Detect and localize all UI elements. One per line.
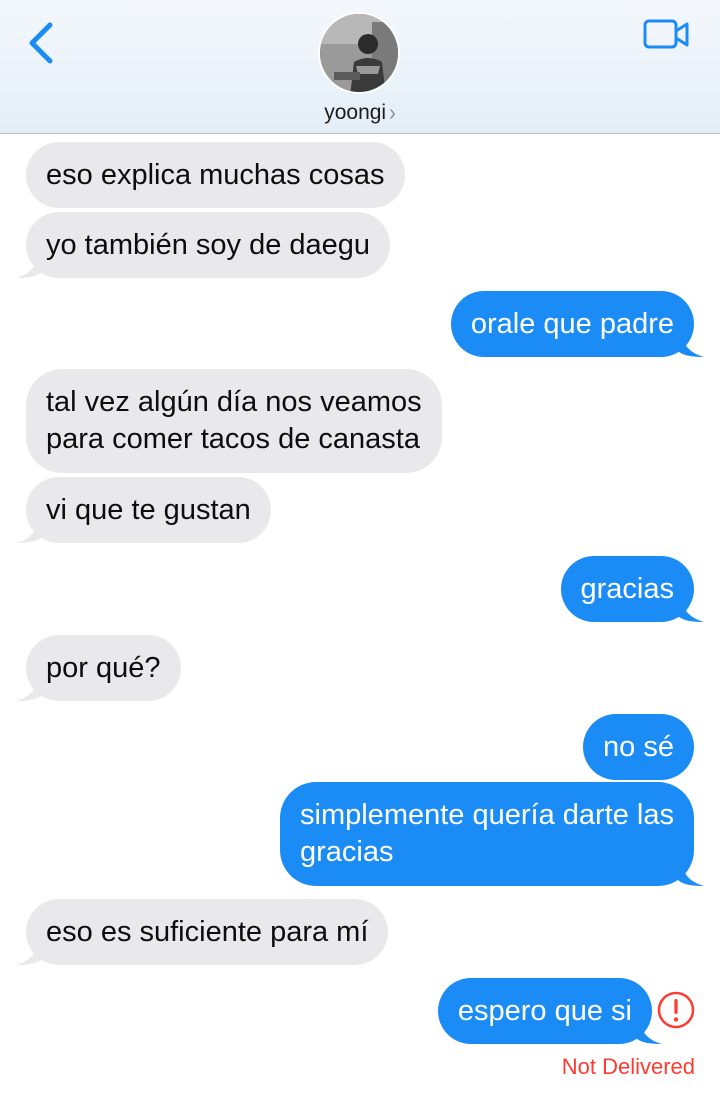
message-bubble-incoming[interactable]: tal vez algún día nos veamos para comer … (26, 369, 442, 473)
message-bubble-incoming[interactable]: eso explica muchas cosas (26, 142, 405, 208)
message-bubble-outgoing[interactable]: no sé (583, 714, 694, 780)
message-text: espero que si (457, 995, 632, 1027)
bubble-tail (678, 596, 704, 622)
not-delivered-status: Not Delivered (561, 1054, 695, 1079)
message-bubble-outgoing[interactable]: gracias (560, 556, 704, 622)
video-camera-icon (643, 19, 689, 49)
message-bubble-incoming[interactable]: yo también soy de daegu (16, 212, 391, 278)
message-text-line: simplemente quería darte las (300, 799, 674, 831)
bubble-tail (16, 939, 42, 965)
back-button[interactable] (20, 18, 64, 68)
conversation-header: yoongi › (0, 0, 720, 134)
bubble-tail (16, 252, 42, 278)
exclamation-circle-icon (657, 991, 695, 1029)
chevron-left-icon (29, 22, 53, 64)
message-text-line: para comer tacos de canasta (46, 423, 420, 455)
retry-send-button[interactable] (656, 990, 696, 1030)
message-text: eso explica muchas cosas (46, 159, 385, 191)
contact-avatar[interactable] (318, 12, 400, 94)
message-bubble-incoming[interactable]: vi que te gustan (16, 477, 271, 543)
message-bubble-outgoing[interactable]: orale que padre (450, 291, 704, 357)
message-bubble-incoming[interactable]: por qué? (16, 635, 181, 701)
message-text: orale que padre (470, 308, 674, 340)
message-bubble-outgoing[interactable]: espero que si (437, 978, 662, 1044)
bubble-tail (678, 331, 704, 357)
bubble-tail (16, 517, 42, 543)
chevron-right-icon: › (389, 100, 396, 126)
message-text-line: gracias (300, 836, 394, 868)
avatar-photo (320, 14, 398, 92)
message-bubble-outgoing[interactable]: simplemente quería darte las gracias (280, 782, 704, 886)
contact-name: yoongi (324, 101, 387, 124)
contact-name-button[interactable]: yoongi › (0, 100, 720, 126)
message-bubble-incoming[interactable]: eso es suficiente para mí (16, 899, 389, 965)
video-call-button[interactable] (640, 14, 694, 56)
message-text: eso es suficiente para mí (46, 916, 369, 948)
message-text: vi que te gustan (46, 494, 251, 526)
bubble-tail (678, 860, 704, 886)
message-text-line: tal vez algún día nos veamos (46, 386, 422, 418)
bubble-tail (16, 675, 42, 701)
message-text: por qué? (46, 652, 161, 684)
message-text: yo también soy de daegu (46, 229, 371, 261)
message-text: no sé (603, 731, 674, 763)
message-text: gracias (580, 573, 675, 605)
